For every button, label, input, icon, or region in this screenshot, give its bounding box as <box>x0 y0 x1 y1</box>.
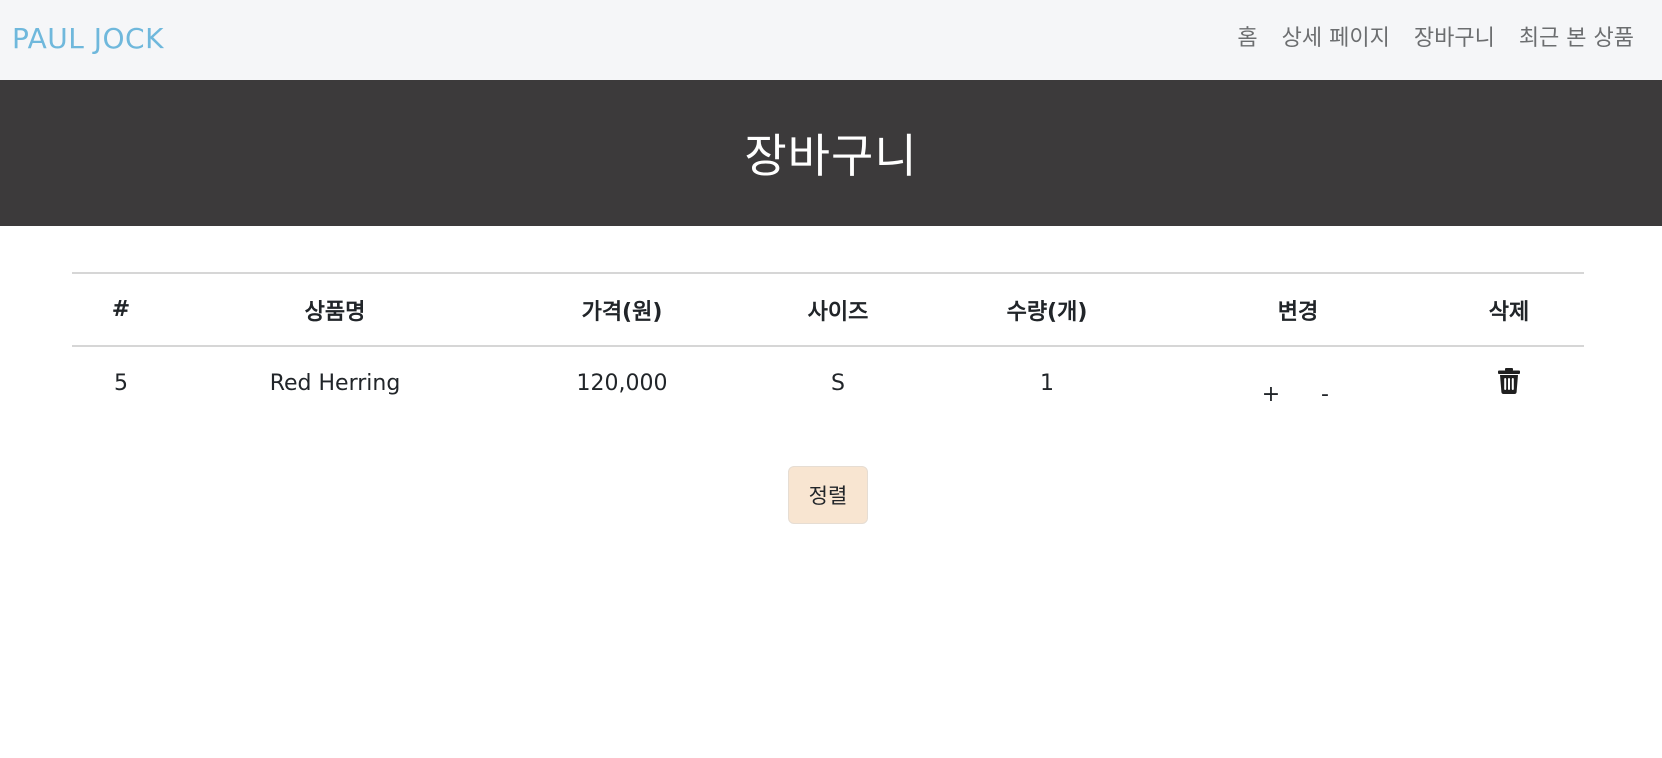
header-product-name: 상품명 <box>304 299 366 325</box>
cell-delete <box>1434 346 1584 420</box>
cell-quantity: 1 <box>1040 371 1054 396</box>
cell-price: 120,000 <box>576 371 668 396</box>
nav-link-home[interactable]: 홈 <box>1237 20 1257 52</box>
decrease-quantity-button[interactable]: - <box>1313 382 1337 407</box>
increase-quantity-button[interactable]: + <box>1259 382 1283 407</box>
header-size: 사이즈 <box>807 299 869 325</box>
nav-link-detail[interactable]: 상세 페이지 <box>1282 20 1390 52</box>
sort-button[interactable]: 정렬 <box>788 466 868 524</box>
table-header-row: # 상품명 가격(원) 사이즈 수량(개) 변경 삭제 <box>72 273 1584 346</box>
header-price: 가격(원) <box>581 299 663 325</box>
header-quantity: 수량(개) <box>1006 299 1088 325</box>
header-change: 변경 <box>1277 299 1319 325</box>
cell-size: S <box>831 371 845 396</box>
nav-link-recent[interactable]: 최근 본 상품 <box>1519 20 1634 52</box>
cart-table-container: # 상품명 가격(원) 사이즈 수량(개) 변경 삭제 5 Red Herrin… <box>72 272 1584 420</box>
nav-links: 홈 상세 페이지 장바구니 최근 본 상품 <box>1237 20 1634 52</box>
page-title: 장바구니 <box>744 129 918 183</box>
table-row: 5 Red Herring 120,000 S 1 + - <box>72 346 1584 420</box>
navbar: PAUL JOCK 홈 상세 페이지 장바구니 최근 본 상품 <box>0 0 1662 80</box>
cell-product-name: Red Herring <box>269 371 401 396</box>
page-header: 장바구니 <box>0 80 1662 226</box>
cell-index: 5 <box>114 371 128 396</box>
cell-change: + - <box>1162 346 1434 420</box>
nav-link-cart[interactable]: 장바구니 <box>1414 20 1495 52</box>
trash-icon[interactable] <box>1498 367 1520 400</box>
header-delete: 삭제 <box>1488 299 1530 325</box>
cart-table: # 상품명 가격(원) 사이즈 수량(개) 변경 삭제 5 Red Herrin… <box>72 272 1584 420</box>
header-index: # <box>111 297 131 322</box>
brand-logo[interactable]: PAUL JOCK <box>12 22 164 55</box>
